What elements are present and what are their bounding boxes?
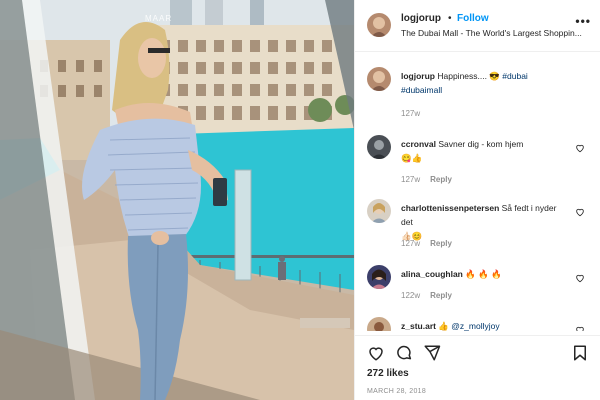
avatar[interactable] [367, 67, 391, 91]
comment-text: z_stu.art 👍 @z_mollyjoy [401, 319, 567, 331]
comment-time: 122w [401, 291, 421, 300]
heart-icon[interactable] [575, 207, 585, 217]
header-separator: • [448, 13, 452, 24]
comment-username[interactable]: alina_coughlan [401, 269, 463, 279]
comment-emoji: 😋👍 [401, 153, 423, 163]
comment-username[interactable]: ccronval [401, 139, 436, 149]
post-photo[interactable]: MAAR [0, 0, 354, 400]
likes-count[interactable]: 272 likes [367, 368, 409, 379]
header-username[interactable]: logjorup [401, 13, 441, 24]
post-date: MARCH 28, 2018 [367, 388, 427, 395]
photo-illustration [0, 0, 354, 400]
comment-body: Savner dig - kom hjem [435, 139, 524, 149]
comment-text: ccronval Savner dig - kom hjem 😋👍 [401, 137, 567, 165]
caption-text: logjorup Happiness.... 😎 #dubai #dubaimal… [401, 69, 567, 97]
caption-body: Happiness.... 😎 [435, 71, 503, 81]
comment-time: 127w [401, 175, 421, 184]
comment-username[interactable]: charlottenissenpetersen [401, 203, 499, 213]
mention-link[interactable]: @z_mollyjoy [451, 321, 499, 331]
bookmark-icon[interactable] [571, 344, 589, 362]
avatar[interactable] [367, 265, 391, 289]
heart-icon[interactable] [367, 344, 385, 362]
comment-time: 127w [401, 239, 421, 248]
heart-icon[interactable] [575, 273, 585, 283]
comment-body: 👍 [435, 321, 452, 331]
comments-list[interactable]: logjorup Happiness.... 😎 #dubai #dubaimal… [355, 53, 600, 331]
reply-button[interactable]: Reply [430, 175, 452, 184]
comment-text: charlottenissenpetersen Så fedt i nyder … [401, 201, 567, 243]
location-link[interactable]: The Dubai Mall - The World's Largest Sho… [401, 28, 589, 38]
post-header: logjorup • Follow The Dubai Mall - The W… [355, 0, 600, 52]
heart-icon[interactable] [575, 325, 585, 331]
share-icon[interactable] [423, 344, 441, 362]
comment-emoji: 🔥 🔥 🔥 [465, 269, 502, 279]
photo-watermark: MAAR [145, 14, 173, 23]
caption-username[interactable]: logjorup [401, 71, 435, 81]
heart-icon[interactable] [575, 143, 585, 153]
avatar[interactable] [367, 13, 391, 37]
follow-button[interactable]: Follow [457, 13, 489, 24]
avatar[interactable] [367, 199, 391, 223]
more-icon[interactable]: ••• [575, 14, 591, 28]
reply-button[interactable]: Reply [430, 239, 452, 248]
comment-meta: 127w Reply [401, 239, 452, 248]
action-bar [355, 335, 600, 365]
avatar[interactable] [367, 135, 391, 159]
hashtag-link[interactable]: #dubaimall [401, 85, 442, 95]
comment-icon[interactable] [395, 344, 413, 362]
hashtag-link[interactable]: #dubai [502, 71, 528, 81]
reply-button[interactable]: Reply [430, 291, 452, 300]
post-side-panel: logjorup • Follow The Dubai Mall - The W… [354, 0, 600, 400]
caption-time: 127w [401, 109, 421, 118]
comment-text: alina_coughlan 🔥 🔥 🔥 [401, 267, 567, 281]
comment-meta: 122w Reply [401, 291, 452, 300]
post-window: MAAR logjorup • Follow The Dubai Mall - … [0, 0, 600, 400]
comment-username[interactable]: z_stu.art [401, 321, 436, 331]
avatar[interactable] [367, 317, 391, 331]
comment-meta: 127w Reply [401, 175, 452, 184]
